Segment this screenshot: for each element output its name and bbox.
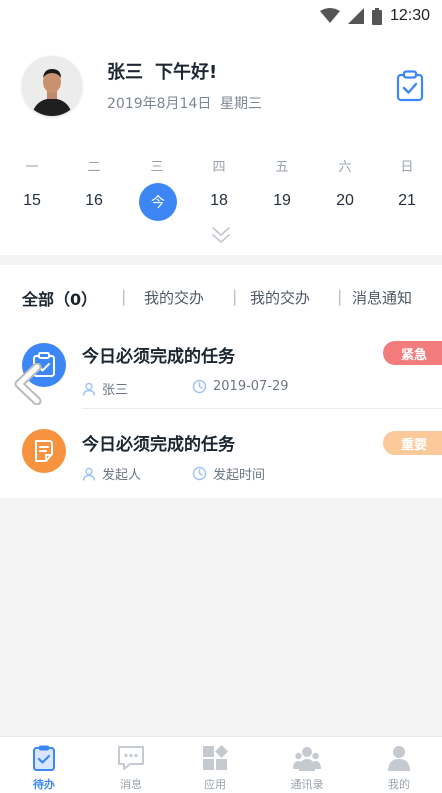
tab-notifications[interactable]: 消息通知 [352,287,412,308]
task-date: 2019-07-29 [192,379,289,394]
status-time: 12:30 [389,7,430,24]
list-divider [82,408,442,409]
clipboard-check-icon [33,745,55,771]
calendar-day[interactable]: 18 [199,192,239,210]
priority-badge: 紧急 [383,341,442,365]
tabbar-label: 消息 [120,778,142,791]
task-list: 今日必须完成的任务 张三 2019-07-29 紧急 今日必须完成的任务 发起人… [0,323,442,498]
clipboard-check-icon[interactable] [396,70,424,102]
user-icon [388,746,410,771]
weekday-label: 六 [338,160,352,175]
weekday-label: 四 [212,160,226,175]
tabbar-item-apps[interactable]: 应用 [171,737,259,793]
calendar-day-today[interactable]: 今 [139,183,177,221]
tabbar-item-messages[interactable]: 消息 [87,737,175,793]
calendar-day[interactable]: 19 [262,192,302,210]
apps-grid-icon [203,745,228,770]
filter-tabs: 全部（0） | 我的交办 | 我的交办 | 消息通知 [0,265,442,323]
tab-my-assigned[interactable]: 我的交办 [144,287,204,308]
current-date: 2019年8月14日 [107,96,212,112]
tabbar-label: 应用 [204,778,226,791]
task-title: 今日必须完成的任务 [82,347,235,367]
person-icon [82,467,96,481]
task-assignee: 张三 [82,379,128,398]
chat-bubble-icon [118,746,144,770]
status-bar: 12:30 [0,0,442,32]
calendar-day[interactable]: 16 [74,192,114,210]
battery-icon [371,7,382,25]
priority-badge: 重要 [383,431,442,455]
task-title: 今日必须完成的任务 [82,435,235,455]
weekday-label: 五 [275,160,289,175]
task-assignee-name: 发起人 [102,468,142,483]
task-item[interactable]: 今日必须完成的任务 张三 2019-07-29 紧急 [0,323,442,409]
weekday-label: 二 [87,160,101,175]
task-icon-wrap [22,429,66,473]
clock-icon [192,379,207,394]
double-chevron-down-icon[interactable] [210,224,232,246]
tabbar-item-contacts[interactable]: 通讯录 [263,737,351,793]
user-name: 张三 [107,62,143,83]
calendar-day[interactable]: 15 [12,192,52,210]
person-icon [82,382,96,396]
clock-icon [192,466,207,481]
calendar-day[interactable]: 20 [325,192,365,210]
weekday-label: 一 [25,160,39,175]
tab-all[interactable]: 全部（0） [22,286,97,310]
wifi-icon [319,8,340,23]
task-item[interactable]: 今日必须完成的任务 发起人 发起时间 重要 [0,409,442,495]
task-date-value: 2019-07-29 [213,379,289,394]
tabbar-item-me[interactable]: 我的 [355,737,442,793]
tabbar-label: 通讯录 [290,778,324,791]
tab-my-assigned-2[interactable]: 我的交办 [250,287,310,308]
avatar[interactable] [22,56,82,116]
tabbar-item-todo[interactable]: 待办 [0,737,88,793]
task-assignee: 发起人 [82,464,141,483]
tab-separator: | [337,287,343,306]
bottom-tab-bar: 待办 消息 应用 通讯录 我的 [0,736,442,793]
current-weekday: 星期三 [220,96,262,112]
calendar-day[interactable]: 21 [387,192,427,210]
document-edit-icon [35,440,53,462]
chevron-left-icon[interactable] [11,363,45,405]
weekday-label: 三 [150,160,164,175]
tab-separator: | [121,287,127,306]
profile-header: 张三 下午好! 2019年8月14日 星期三 [0,32,442,142]
task-date-value: 发起时间 [213,468,266,483]
tabbar-label: 我的 [388,778,410,791]
task-assignee-name: 张三 [102,383,129,398]
week-calendar: 一 二 三 四 五 六 日 15 16 今 18 19 20 21 [0,142,442,255]
avatar-photo [22,56,82,116]
greeting-text: 下午好! [155,62,218,83]
tabbar-label: 待办 [33,778,55,791]
contacts-icon [293,747,321,771]
tab-separator: | [232,287,238,306]
task-date: 发起时间 [192,464,265,483]
cellular-signal-icon [347,8,364,24]
weekday-label: 日 [400,160,414,175]
